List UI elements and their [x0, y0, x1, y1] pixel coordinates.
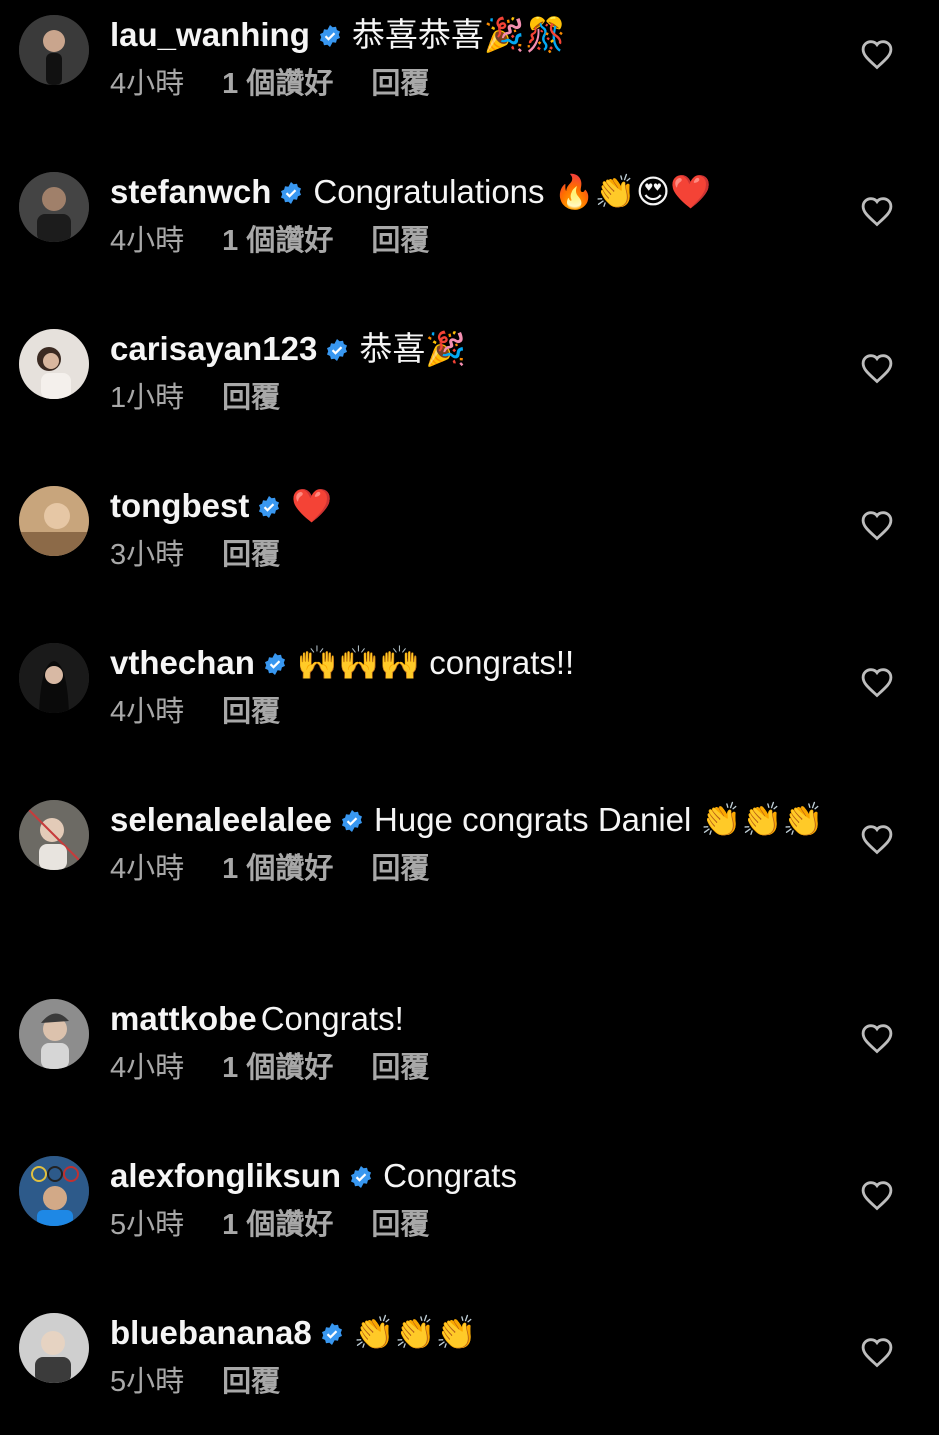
comment-time: 4小時 — [110, 225, 185, 257]
verified-badge-icon — [257, 495, 281, 519]
comment-time: 1小時 — [110, 382, 185, 414]
comment-likes-count[interactable]: 1 個讚好 — [222, 221, 333, 261]
comment-username[interactable]: stefanwch — [110, 173, 271, 210]
heart-outline-icon[interactable] — [860, 509, 894, 541]
reply-button[interactable]: 回覆 — [222, 1362, 280, 1402]
heart-outline-icon[interactable] — [860, 1179, 894, 1211]
avatar[interactable] — [19, 1156, 89, 1226]
heart-outline-icon[interactable] — [860, 1336, 894, 1368]
avatar[interactable] — [19, 15, 89, 85]
avatar[interactable] — [19, 486, 89, 556]
heart-outline-icon[interactable] — [860, 666, 894, 698]
comment-username[interactable]: vthechan — [110, 644, 255, 681]
avatar[interactable] — [19, 172, 89, 242]
reply-button[interactable]: 回覆 — [371, 64, 429, 104]
verified-badge-icon — [263, 652, 287, 676]
comment-username[interactable]: alexfongliksun — [110, 1157, 341, 1194]
comment-username[interactable]: mattkobe — [110, 1000, 257, 1037]
avatar[interactable] — [19, 800, 89, 870]
reply-button[interactable]: 回覆 — [222, 535, 280, 575]
verified-badge-icon — [320, 1322, 344, 1346]
verified-badge-icon — [279, 181, 303, 205]
comment-username[interactable]: selenaleelalee — [110, 801, 332, 838]
comment-text: Huge congrats Daniel 👏👏👏 — [374, 801, 824, 838]
verified-badge-icon — [325, 338, 349, 362]
comment-text: 🙌🙌🙌 congrats!! — [296, 644, 575, 681]
comment-likes-count[interactable]: 1 個讚好 — [222, 64, 333, 104]
comment-time: 4小時 — [110, 1052, 185, 1084]
comment-text: Congrats — [383, 1157, 517, 1194]
comment-text: Congratulations 🔥👏😍❤️ — [313, 173, 712, 210]
reply-button[interactable]: 回覆 — [371, 1205, 429, 1245]
comment-time: 5小時 — [110, 1366, 185, 1398]
reply-button[interactable]: 回覆 — [371, 849, 429, 889]
verified-badge-icon — [340, 809, 364, 833]
heart-outline-icon[interactable] — [860, 195, 894, 227]
reply-button[interactable]: 回覆 — [371, 221, 429, 261]
comment-username[interactable]: lau_wanhing — [110, 16, 310, 53]
avatar[interactable] — [19, 329, 89, 399]
comment-time: 3小時 — [110, 539, 185, 571]
verified-badge-icon — [318, 24, 342, 48]
comment-text: Congrats! — [260, 1000, 404, 1037]
reply-button[interactable]: 回覆 — [222, 692, 280, 732]
heart-outline-icon[interactable] — [860, 352, 894, 384]
comment-text: 恭喜恭喜🎉🎊 — [351, 16, 567, 53]
comment-text: 恭喜🎉 — [359, 330, 467, 367]
comment-username[interactable]: tongbest — [110, 487, 249, 524]
comment-likes-count[interactable]: 1 個讚好 — [222, 1048, 333, 1088]
comment-likes-count[interactable]: 1 個讚好 — [222, 849, 333, 889]
avatar[interactable] — [19, 999, 89, 1069]
comment-text: ❤️ — [291, 487, 333, 524]
comment-time: 4小時 — [110, 696, 185, 728]
avatar[interactable] — [19, 643, 89, 713]
reply-button[interactable]: 回覆 — [222, 378, 280, 418]
heart-outline-icon[interactable] — [860, 38, 894, 70]
comment-username[interactable]: bluebanana8 — [110, 1314, 312, 1351]
reply-button[interactable]: 回覆 — [371, 1048, 429, 1088]
avatar[interactable] — [19, 1313, 89, 1383]
comment-text: 👏👏👏 — [353, 1314, 478, 1351]
comment-time: 5小時 — [110, 1209, 185, 1241]
comment-likes-count[interactable]: 1 個讚好 — [222, 1205, 333, 1245]
verified-badge-icon — [349, 1165, 373, 1189]
heart-outline-icon[interactable] — [860, 1022, 894, 1054]
comment-time: 4小時 — [110, 68, 185, 100]
comment-time: 4小時 — [110, 853, 185, 885]
heart-outline-icon[interactable] — [860, 823, 894, 855]
comment-username[interactable]: carisayan123 — [110, 330, 317, 367]
